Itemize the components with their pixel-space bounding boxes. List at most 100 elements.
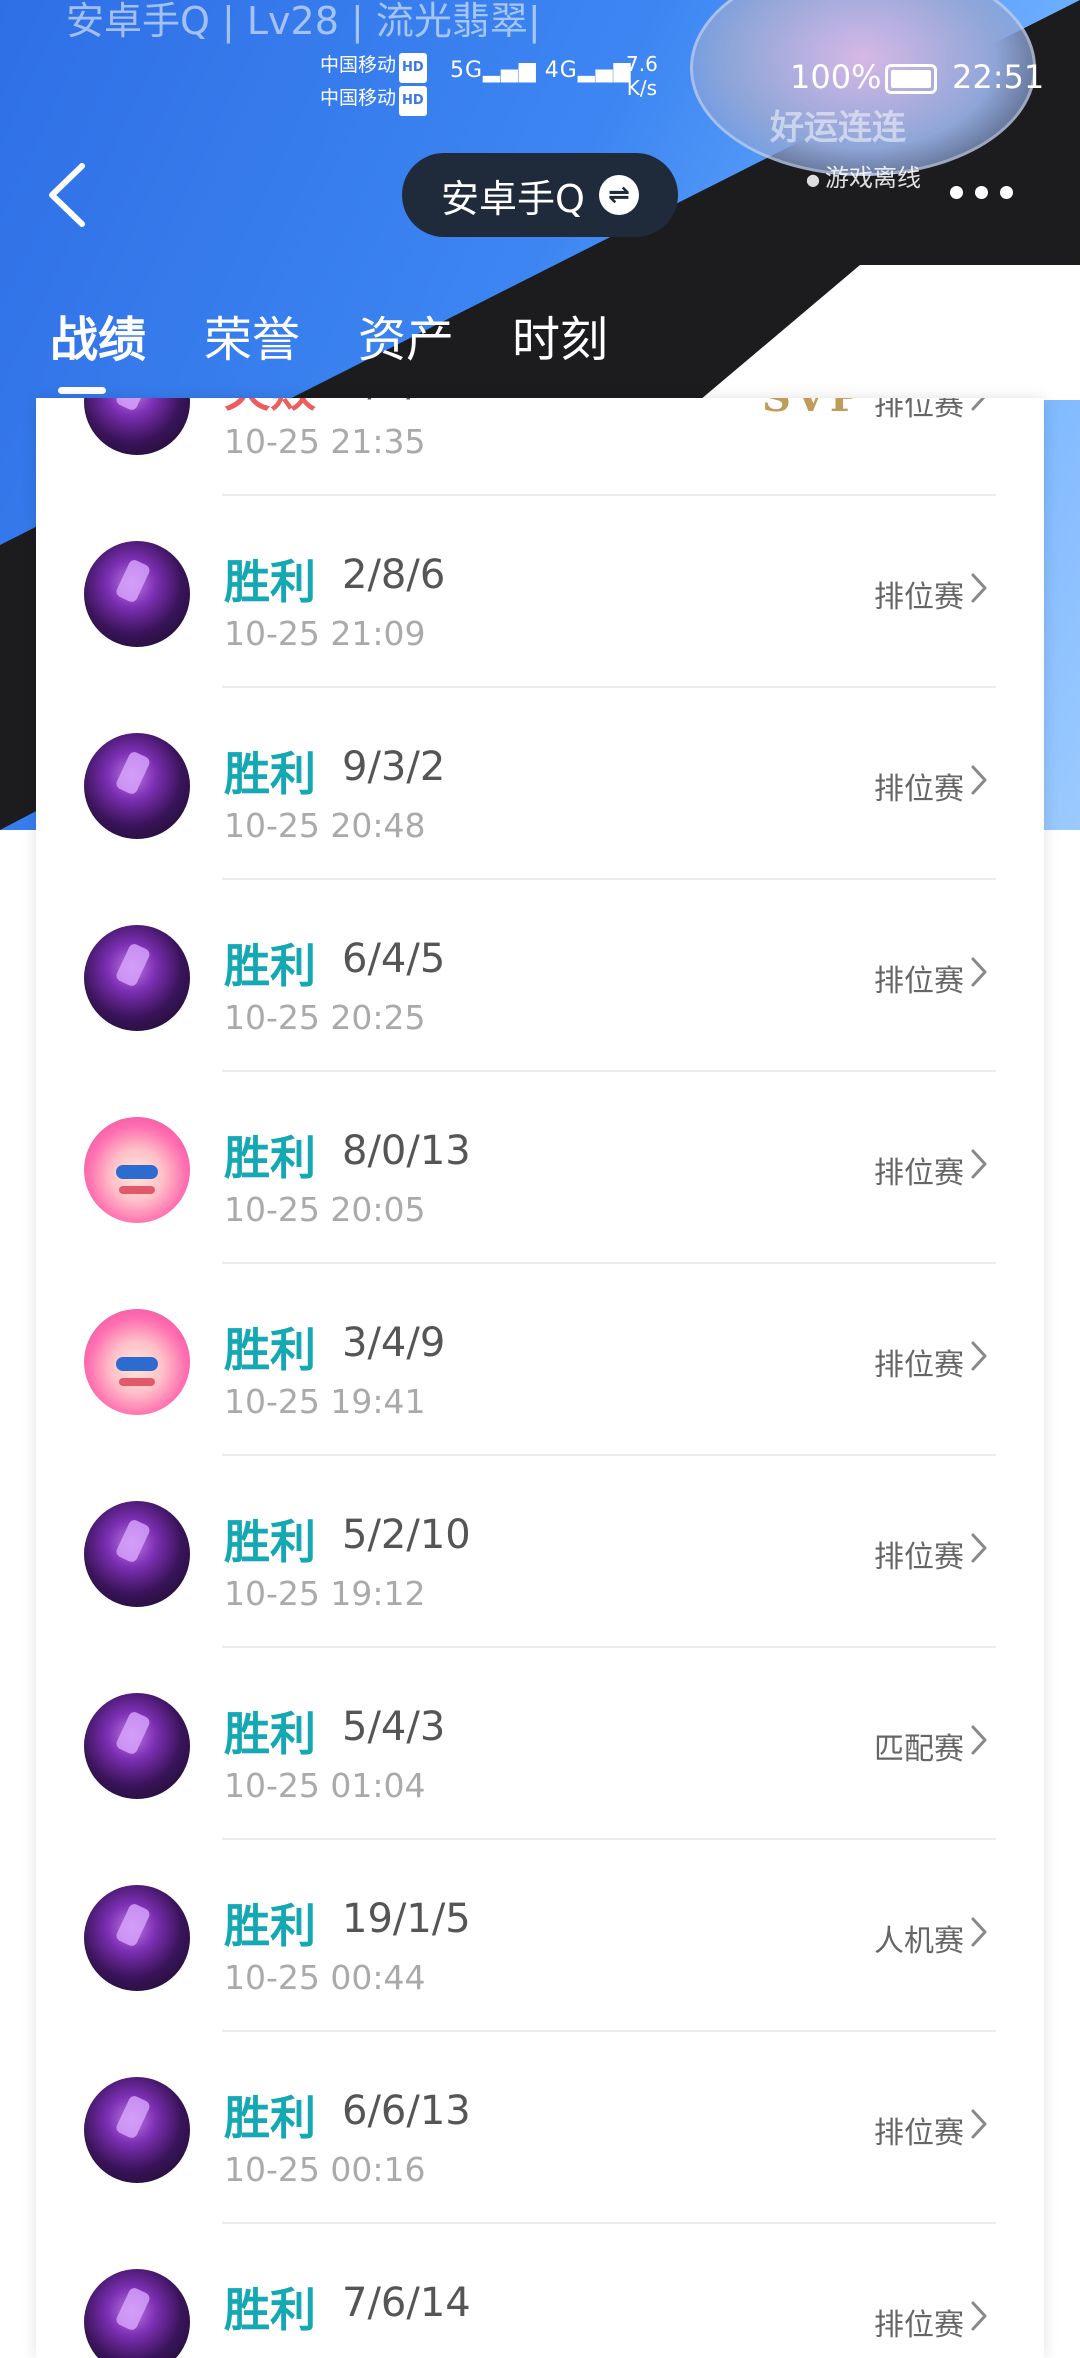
hero-avatar	[84, 733, 190, 839]
match-time: 10-25 19:12	[224, 1574, 426, 1613]
chevron-right-icon	[971, 2301, 987, 2331]
match-result: 胜利	[224, 555, 316, 609]
match-row[interactable]: 胜利 5/2/10 10-25 19:12 排位赛	[36, 1456, 1044, 1648]
match-row[interactable]: 胜利 7/6/14 排位赛	[36, 2224, 1044, 2358]
online-status: 游戏离线	[806, 158, 921, 193]
match-kda: 4/4/2	[342, 398, 445, 406]
chevron-right-icon	[971, 573, 987, 603]
match-mode: 排位赛	[874, 1156, 964, 1191]
match-row[interactable]: 胜利 3/4/9 10-25 19:41 排位赛	[36, 1264, 1044, 1456]
match-kda: 2/8/6	[342, 552, 446, 598]
match-row[interactable]: 胜利 2/8/6 10-25 21:09 排位赛	[36, 496, 1044, 688]
match-row[interactable]: 胜利 19/1/5 10-25 00:44 人机赛	[36, 1840, 1044, 2032]
match-row[interactable]: 胜利 6/4/5 10-25 20:25 排位赛	[36, 880, 1044, 1072]
battery-indicator: 100%	[790, 58, 941, 96]
tab-honor[interactable]: 荣誉	[204, 300, 300, 370]
more-dot-icon	[950, 186, 963, 199]
network-speed-value: 7.6	[626, 52, 658, 76]
chevron-right-icon	[971, 1917, 987, 1947]
match-mode: 排位赛	[874, 1540, 964, 1575]
carrier-info: 中国移动 HD 中国移动 HD	[320, 50, 427, 116]
match-time: 10-25 01:04	[224, 1766, 426, 1805]
match-kda: 6/6/13	[342, 2088, 471, 2134]
match-time: 10-25 19:41	[224, 1382, 426, 1421]
match-time: 10-25 20:48	[224, 806, 426, 845]
hd-badge-2: HD	[399, 86, 427, 116]
tab-records[interactable]: 战绩	[50, 300, 146, 394]
chevron-right-icon	[971, 1149, 987, 1179]
match-kda: 5/2/10	[342, 1512, 471, 1558]
match-kda: 9/3/2	[342, 744, 446, 790]
match-time: 10-25 21:09	[224, 614, 426, 653]
player-title-faded: 安卓手Q | Lv28 | 流光翡翠|	[66, 0, 541, 43]
network-speed-unit: K/s	[626, 76, 658, 100]
match-result: 失败	[224, 398, 316, 420]
carrier-2: 中国移动	[320, 87, 397, 109]
match-row[interactable]: 胜利 5/4/3 10-25 01:04 匹配赛	[36, 1648, 1044, 1840]
match-result: 胜利	[224, 1131, 316, 1185]
match-time: 10-25 00:16	[224, 2150, 426, 2189]
match-row[interactable]: 胜利 9/3/2 10-25 20:48 排位赛	[36, 688, 1044, 880]
match-time: 10-25 20:25	[224, 998, 426, 1037]
hero-avatar	[84, 1117, 190, 1223]
match-mode: 排位赛	[874, 2308, 964, 2343]
chevron-right-icon	[971, 1533, 987, 1563]
match-list: 失败4/4/210-25 21:35SVP排位赛胜利2/8/610-25 21:…	[36, 398, 1044, 2358]
match-mode: 排位赛	[874, 1348, 964, 1383]
hero-avatar	[84, 2077, 190, 2183]
svp-badge: SVP	[762, 398, 864, 421]
tab-moments[interactable]: 时刻	[512, 300, 608, 370]
match-mode: 匹配赛	[874, 1732, 964, 1767]
match-time: 10-25 21:35	[224, 422, 426, 461]
signal-icon: 5G▂▄▆ 4G▂▄▆	[450, 58, 632, 83]
chevron-right-icon	[971, 398, 986, 411]
match-result: 胜利	[224, 2091, 316, 2145]
chevron-right-icon	[971, 957, 987, 987]
chevron-right-icon	[971, 1725, 987, 1755]
match-kda: 6/4/5	[342, 936, 446, 982]
hero-avatar	[84, 541, 190, 647]
carrier-1: 中国移动	[320, 54, 397, 76]
hero-avatar	[84, 1309, 190, 1415]
clock: 22:51	[952, 58, 1045, 96]
hero-avatar	[84, 1501, 190, 1607]
hd-badge-1: HD	[399, 53, 427, 83]
tab-bar: 战绩 荣誉 资产 时刻	[50, 300, 608, 394]
match-mode: 排位赛	[874, 398, 964, 423]
match-kda: 3/4/9	[342, 1320, 446, 1366]
chevron-right-icon	[971, 2109, 987, 2139]
chevron-right-icon	[971, 765, 987, 795]
more-dot-icon	[975, 186, 988, 199]
hero-avatar	[84, 398, 190, 455]
battery-icon	[885, 64, 938, 94]
match-result: 胜利	[224, 939, 316, 993]
match-result: 胜利	[224, 1323, 316, 1377]
swap-icon: ⇌	[598, 175, 639, 215]
more-dot-icon	[1000, 186, 1013, 199]
match-row[interactable]: 胜利 8/0/13 10-25 20:05 排位赛	[36, 1072, 1044, 1264]
back-button[interactable]	[42, 160, 102, 230]
hero-avatar	[84, 925, 190, 1031]
match-row[interactable]: 胜利 6/6/13 10-25 00:16 排位赛	[36, 2032, 1044, 2224]
match-kda: 19/1/5	[342, 1896, 471, 1942]
tab-assets[interactable]: 资产	[358, 300, 454, 370]
match-mode: 排位赛	[874, 2116, 964, 2151]
match-mode: 人机赛	[874, 1924, 964, 1959]
hero-avatar	[84, 2269, 190, 2358]
portrait-caption: 好运连连	[770, 108, 906, 148]
match-time: 10-25 20:05	[224, 1190, 426, 1229]
chevron-right-icon	[971, 1341, 987, 1371]
match-mode: 排位赛	[874, 964, 964, 999]
network-speed: 7.6 K/s	[626, 52, 658, 100]
hero-avatar	[84, 1693, 190, 1799]
match-result: 胜利	[224, 2283, 316, 2337]
match-mode: 排位赛	[874, 580, 964, 615]
match-result: 胜利	[224, 747, 316, 801]
hero-avatar	[84, 1885, 190, 1991]
battery-percent: 100%	[790, 58, 882, 96]
more-options-button[interactable]	[950, 186, 1014, 206]
match-time: 10-25 00:44	[224, 1958, 426, 1997]
match-row[interactable]: 失败 4/4/2 10-25 21:35 SVP 排位赛	[36, 398, 1044, 496]
account-switcher[interactable]: 安卓手Q ⇌	[402, 153, 678, 237]
match-kda: 8/0/13	[342, 1128, 471, 1174]
